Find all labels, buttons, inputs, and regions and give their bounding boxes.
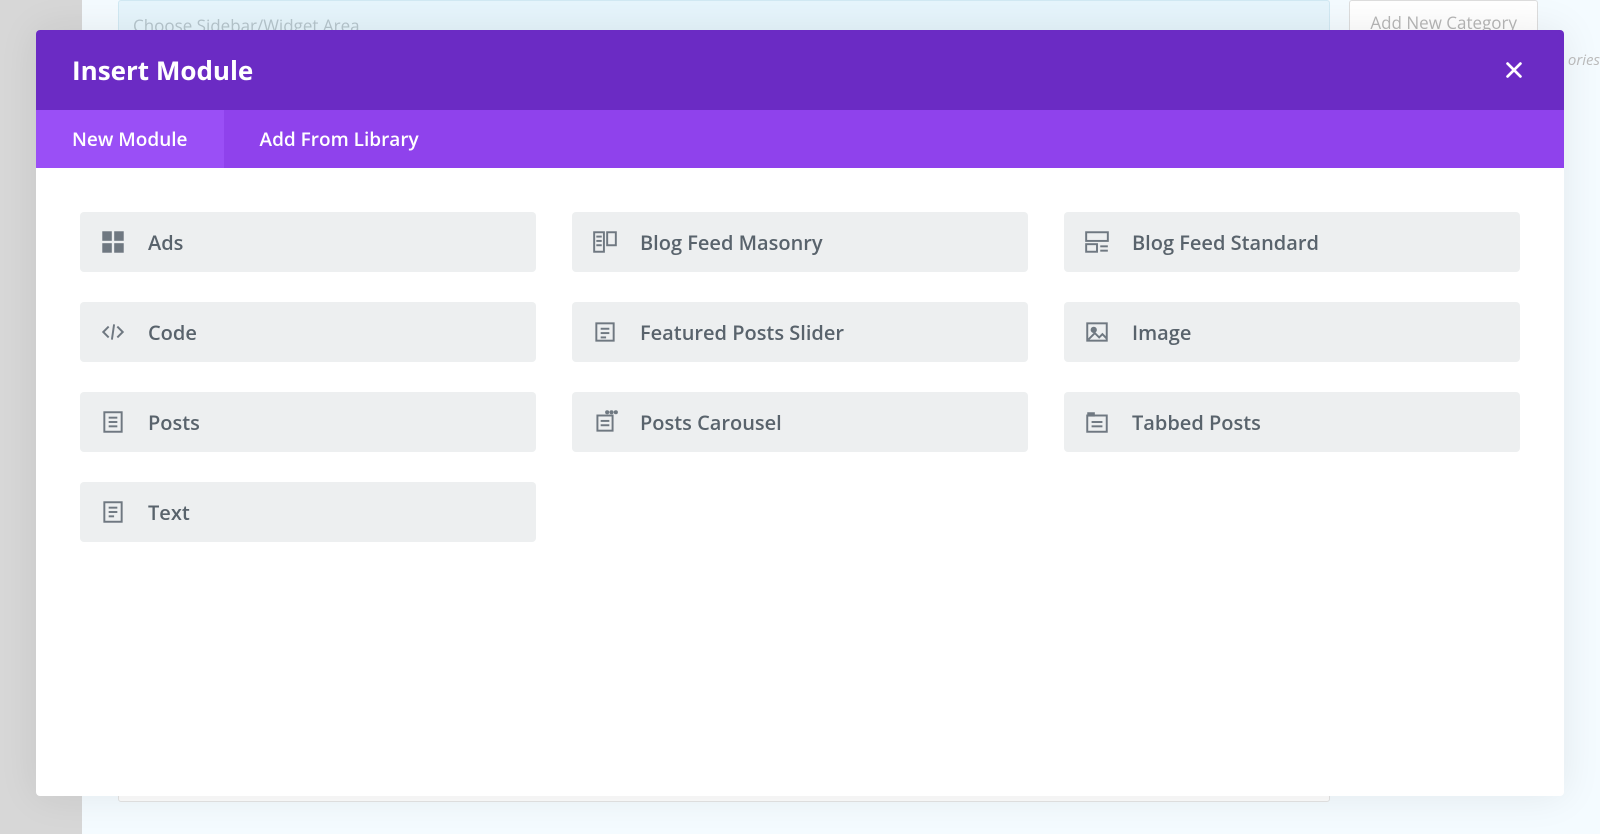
module-label: Blog Feed Masonry	[640, 229, 823, 256]
text-icon	[98, 497, 128, 527]
insert-module-modal: Insert Module New Module Add From Librar…	[36, 30, 1564, 796]
module-label: Image	[1132, 319, 1191, 346]
module-code[interactable]: Code	[80, 302, 536, 362]
module-blog-feed-standard[interactable]: Blog Feed Standard	[1064, 212, 1520, 272]
module-posts[interactable]: Posts	[80, 392, 536, 452]
bg-text-fragment: ories	[1568, 50, 1600, 70]
feed-icon	[1082, 227, 1112, 257]
tab-new-module[interactable]: New Module	[36, 110, 224, 168]
tab-add-from-library[interactable]: Add From Library	[224, 110, 455, 168]
module-label: Posts	[148, 409, 200, 436]
module-image[interactable]: Image	[1064, 302, 1520, 362]
modal-body: Ads Blog Feed Masonry Blog Feed Standard…	[36, 168, 1564, 796]
module-label: Tabbed Posts	[1132, 409, 1261, 436]
slider-icon	[590, 317, 620, 347]
module-featured-posts-slider[interactable]: Featured Posts Slider	[572, 302, 1028, 362]
module-posts-carousel[interactable]: Posts Carousel	[572, 392, 1028, 452]
tab-label: Add From Library	[260, 126, 419, 152]
module-tabbed-posts[interactable]: Tabbed Posts	[1064, 392, 1520, 452]
module-label: Featured Posts Slider	[640, 319, 844, 346]
module-label: Text	[148, 499, 190, 526]
close-icon	[1503, 59, 1525, 81]
modal-header: Insert Module	[36, 30, 1564, 110]
grid-icon	[98, 227, 128, 257]
post-icon	[98, 407, 128, 437]
image-icon	[1082, 317, 1112, 347]
tab-label: New Module	[72, 126, 188, 152]
carousel-icon	[590, 407, 620, 437]
modal-title: Insert Module	[72, 52, 253, 88]
module-label: Code	[148, 319, 197, 346]
module-ads[interactable]: Ads	[80, 212, 536, 272]
module-blog-feed-masonry[interactable]: Blog Feed Masonry	[572, 212, 1028, 272]
tabbed-icon	[1082, 407, 1112, 437]
close-button[interactable]	[1500, 56, 1528, 84]
module-grid: Ads Blog Feed Masonry Blog Feed Standard…	[80, 212, 1520, 542]
code-icon	[98, 317, 128, 347]
modal-tabs: New Module Add From Library	[36, 110, 1564, 168]
module-label: Ads	[148, 229, 183, 256]
masonry-icon	[590, 227, 620, 257]
module-label: Blog Feed Standard	[1132, 229, 1319, 256]
module-label: Posts Carousel	[640, 409, 782, 436]
module-text[interactable]: Text	[80, 482, 536, 542]
